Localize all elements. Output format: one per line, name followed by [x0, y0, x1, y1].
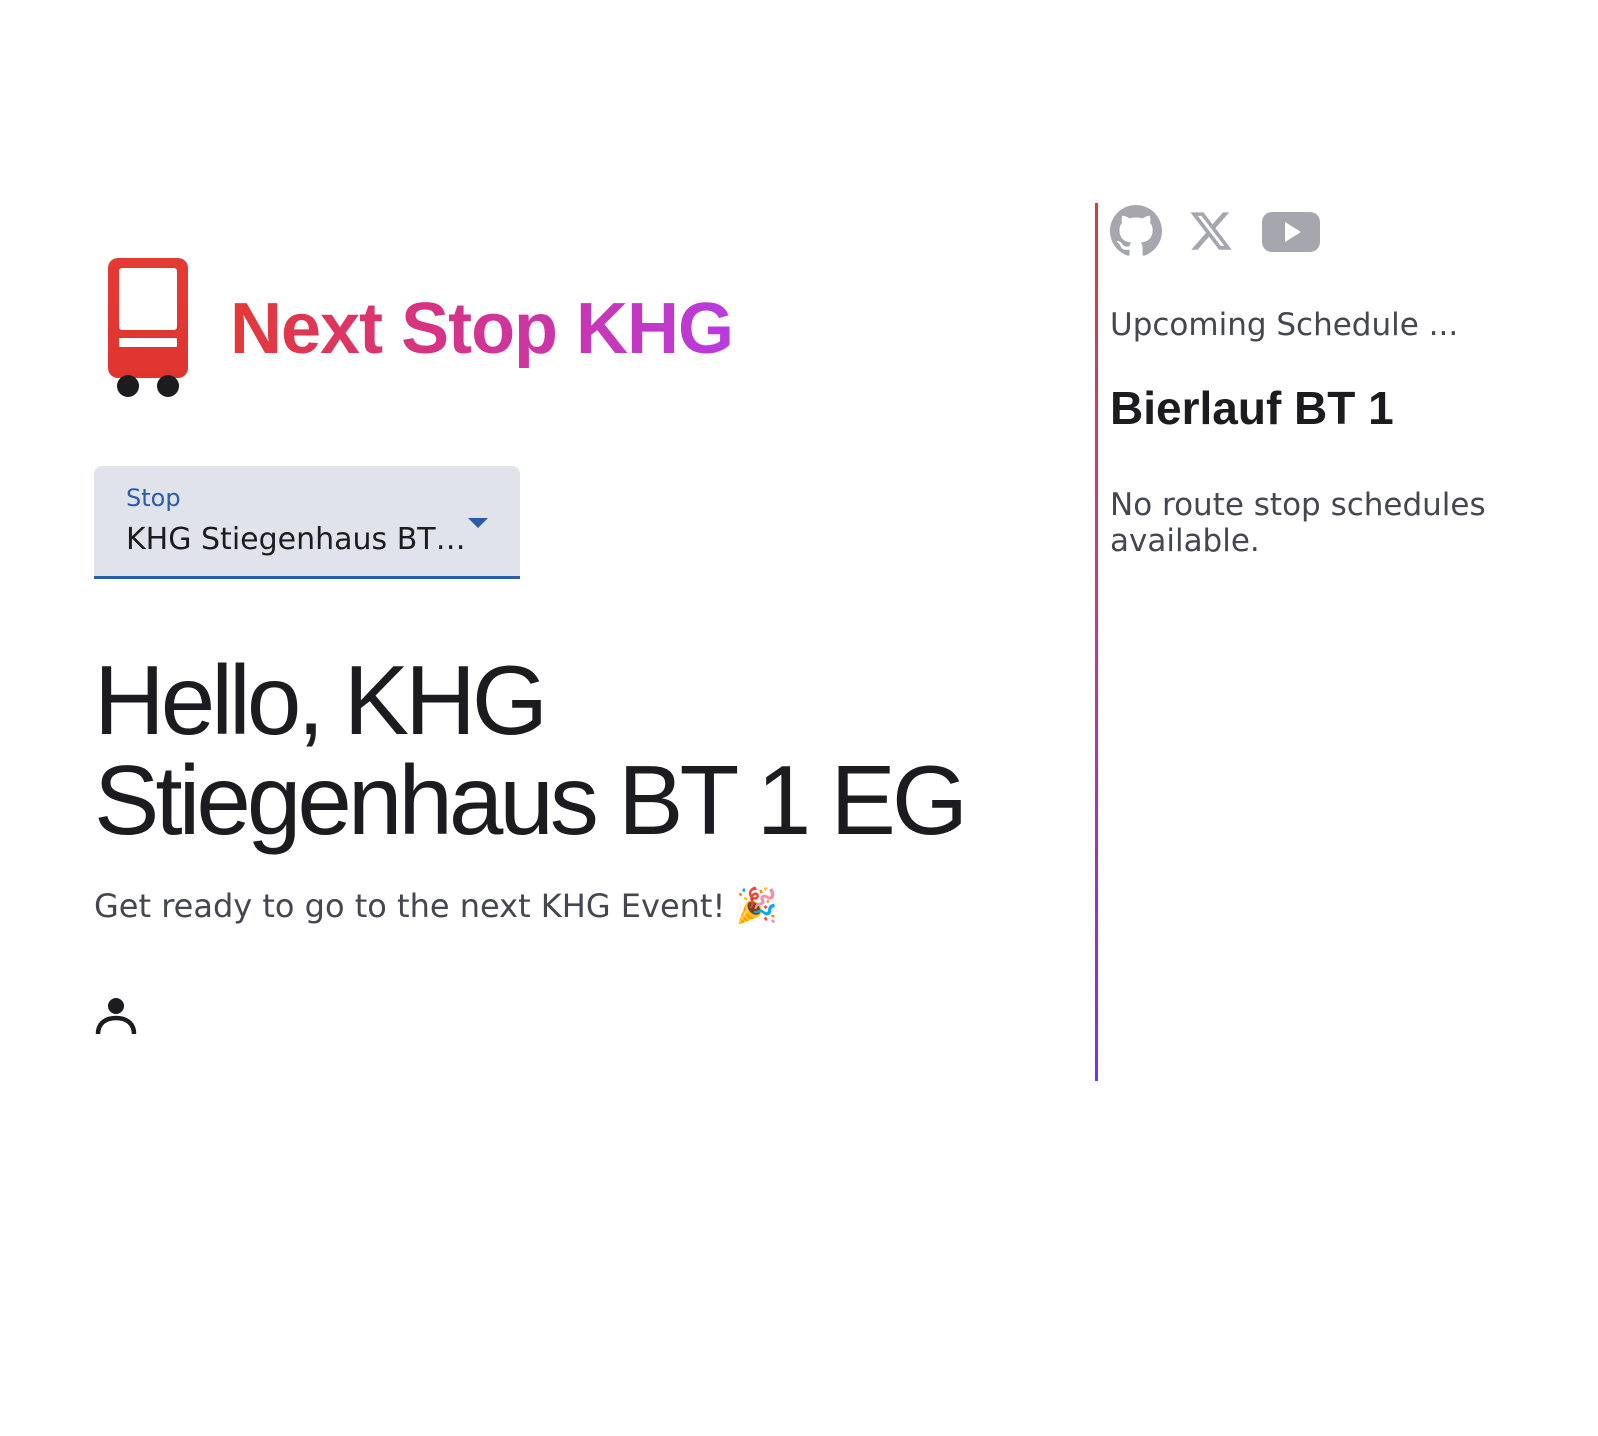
stop-select-label: Stop: [126, 484, 181, 512]
youtube-icon[interactable]: [1262, 210, 1320, 252]
party-popper-icon: 🎉: [735, 886, 778, 926]
brand-header: Next Stop KHG: [94, 258, 1054, 404]
upcoming-schedule-heading: Upcoming Schedule ...: [1110, 307, 1459, 343]
greeting-heading: Hello, KHG Stiegenhaus BT 1 EG: [94, 645, 968, 855]
greeting-tagline: Get ready to go to the next KHG Event! 🎉: [94, 886, 778, 926]
person-icon[interactable]: [94, 994, 138, 1038]
empty-schedule-message: No route stop schedules available.: [1110, 487, 1486, 559]
tram-icon: [108, 258, 188, 397]
tagline-text: Get ready to go to the next KHG Event!: [94, 887, 726, 925]
stop-select[interactable]: Stop KHG Stiegenhaus BT…: [94, 466, 520, 579]
gradient-divider: [1095, 203, 1098, 1081]
social-links: [1110, 203, 1580, 259]
stop-select-value: KHG Stiegenhaus BT…: [126, 522, 466, 557]
x-icon[interactable]: [1188, 208, 1234, 254]
app-title: Next Stop KHG: [230, 289, 734, 369]
dropdown-arrow-icon[interactable]: [468, 518, 488, 528]
event-title: Bierlauf BT 1: [1110, 382, 1394, 434]
github-icon[interactable]: [1110, 205, 1162, 257]
schedule-panel: Upcoming Schedule ... Bierlauf BT 1 No r…: [1110, 203, 1580, 559]
main-panel: Next Stop KHG Stop KHG Stiegenhaus BT… H…: [94, 258, 1054, 1035]
